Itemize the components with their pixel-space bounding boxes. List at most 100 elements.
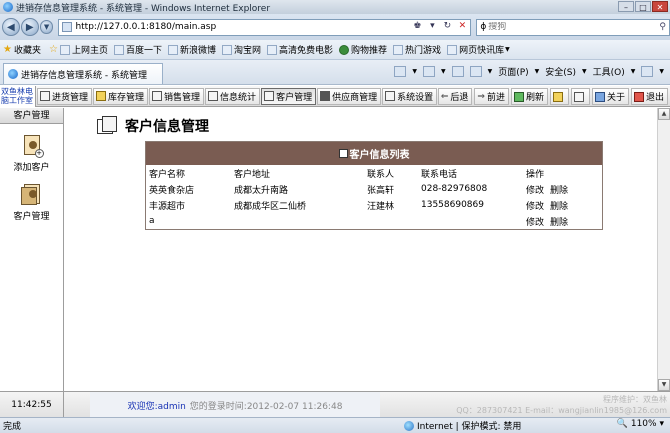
delete-link[interactable]: 删除	[550, 202, 568, 212]
forward-button[interactable]: ⇒ 前进	[474, 88, 509, 105]
ie-logo-icon	[3, 2, 13, 12]
favorites-button[interactable]: 收藏夹	[14, 43, 41, 56]
table-title: 客户信息列表	[349, 150, 410, 161]
page-icon	[222, 44, 232, 55]
support-info: 程序维护：双鱼林 QQ：287307421 E-mail：wangjianlin…	[456, 394, 667, 416]
delete-link[interactable]: 删除	[550, 218, 568, 228]
vertical-scrollbar[interactable]: ▲ ▼	[657, 108, 670, 391]
customer-table: 客户名称 客户地址 联系人 联系电话 操作 英英食杂店 成都太升南路 张高轩 0…	[146, 165, 602, 229]
maximize-button[interactable]: □	[635, 1, 651, 12]
mail-icon[interactable]	[451, 66, 464, 77]
sidebar-item-manage-customers[interactable]: 客户管理	[0, 183, 63, 222]
favorite-link[interactable]: 高清免费电影	[267, 43, 333, 56]
pages-icon	[97, 116, 119, 136]
toolbar-suppliers-button[interactable]: 供应商管理	[317, 87, 382, 105]
edit-link[interactable]: 修改	[526, 186, 544, 196]
tab-title[interactable]: 进销存信息管理系统 - 系统管理	[21, 68, 147, 81]
search-engine-icon[interactable]: ϕ	[480, 22, 486, 32]
status-text: 完成	[3, 422, 22, 432]
chevron-down-icon[interactable]: ▼	[412, 68, 417, 75]
zoom-control[interactable]: 🔍 110% ▾	[617, 419, 664, 429]
home-icon[interactable]	[394, 66, 407, 77]
toolbar-purchase-button[interactable]: 进货管理	[37, 87, 93, 105]
search-input[interactable]	[488, 22, 649, 32]
exit-button[interactable]: 退出	[630, 88, 668, 105]
add-customer-icon[interactable]: +	[20, 134, 44, 158]
chevron-down-icon[interactable]: ▼	[441, 68, 446, 75]
favorite-link[interactable]: 淘宝网	[222, 43, 261, 56]
customer-table-panel: 客户信息列表 客户名称 客户地址 联系人 联系电话 操作 英英食杂店 成都太升南…	[145, 141, 603, 230]
sidebar: 客户管理 + 添加客户 客户管理	[0, 108, 64, 391]
toolbar-inventory-button[interactable]: 库存管理	[93, 87, 149, 105]
chevron-down-icon[interactable]: ▼	[505, 46, 510, 53]
delete-link[interactable]: 删除	[550, 186, 568, 196]
zoom-icon[interactable]: 🔍	[617, 419, 628, 429]
url-field[interactable]: http://127.0.0.1:8180/main.asp ♚ ▾ ↻ ✕	[58, 18, 472, 36]
security-zone[interactable]: Internet | 保护模式: 禁用	[404, 419, 521, 432]
feeds-icon[interactable]	[422, 66, 435, 77]
chevron-down-icon[interactable]: ▼	[488, 68, 493, 75]
back-button[interactable]: ⇐ 后退	[437, 88, 473, 105]
stop-icon[interactable]: ✕	[456, 21, 468, 31]
add-favorite-icon[interactable]: ☆	[49, 44, 58, 55]
purchase-icon	[40, 91, 50, 101]
sidebar-item-add-customer[interactable]: + 添加客户	[0, 134, 63, 173]
sidebar-item-label[interactable]: 客户管理	[13, 209, 49, 222]
refresh-button[interactable]: 刷新	[510, 88, 548, 105]
scroll-up-icon[interactable]: ▲	[658, 108, 670, 120]
tab-bar: 进销存信息管理系统 - 系统管理 ▼ ▼ ▼ 页面(P) ▼ 安全(S) ▼ 工具(…	[0, 60, 670, 85]
calculator-button[interactable]	[570, 88, 590, 105]
compatibility-icon[interactable]: ♚	[411, 21, 423, 31]
favorites-star-icon[interactable]: ★	[3, 44, 12, 55]
customer-folder-icon[interactable]	[20, 183, 44, 207]
search-icon[interactable]: ⚲	[659, 22, 666, 32]
zone-text[interactable]: Internet | 保护模式: 禁用	[417, 419, 521, 432]
print-icon[interactable]	[469, 66, 482, 77]
history-dropdown-icon[interactable]: ▼	[39, 20, 54, 34]
toolbar-customers-button[interactable]: 客户管理	[261, 87, 317, 105]
toolbar-sales-button[interactable]: 销售管理	[149, 87, 205, 105]
favorite-link[interactable]: 上网主页	[59, 43, 108, 56]
url-text[interactable]: http://127.0.0.1:8180/main.asp	[75, 22, 216, 32]
browser-tab[interactable]: 进销存信息管理系统 - 系统管理	[3, 63, 163, 84]
favorite-link[interactable]: 热门游戏	[393, 43, 441, 56]
zoom-level[interactable]: 110%	[631, 419, 657, 429]
minimize-button[interactable]: –	[618, 1, 634, 12]
chevron-down-icon[interactable]: ▼	[535, 68, 540, 75]
favorite-link[interactable]: 网页快讯库 ▼	[447, 43, 510, 56]
page-icon	[62, 22, 73, 32]
chevron-down-icon[interactable]: ▾	[659, 419, 664, 429]
clock: 11:42:55	[0, 392, 64, 418]
safety-menu[interactable]: 安全(S)	[545, 65, 576, 78]
chevron-down-icon[interactable]: ▼	[659, 68, 664, 75]
url-dropdown-icon[interactable]: ▾	[426, 21, 438, 31]
page-menu[interactable]: 页面(P)	[498, 65, 528, 78]
about-button[interactable]: 关于	[591, 88, 629, 105]
refresh-page-icon[interactable]: ↻	[441, 21, 453, 31]
note-button[interactable]	[549, 88, 569, 105]
refresh-icon	[513, 91, 524, 102]
column-header: 联系人	[367, 169, 395, 180]
search-box[interactable]: ϕ ⚲	[476, 18, 670, 36]
support-line: 程序维护：双鱼林	[603, 395, 667, 404]
back-arrow-icon[interactable]: ◀	[2, 18, 20, 36]
chevron-down-icon[interactable]: ▼	[582, 68, 587, 75]
favorite-link[interactable]: 百度一下	[113, 43, 162, 56]
edit-link[interactable]: 修改	[526, 218, 544, 228]
close-window-button[interactable]: ✕	[652, 1, 668, 12]
forward-arrow-icon[interactable]: ▶	[20, 18, 39, 36]
chevron-down-icon[interactable]: ▼	[631, 68, 636, 75]
customer-contact: 汪建林	[367, 201, 395, 212]
supplier-icon	[320, 91, 331, 101]
help-icon[interactable]	[641, 66, 654, 77]
scroll-down-icon[interactable]: ▼	[658, 379, 670, 391]
sidebar-item-label[interactable]: 添加客户	[13, 160, 49, 173]
edit-link[interactable]: 修改	[526, 202, 544, 212]
tools-menu[interactable]: 工具(O)	[593, 65, 625, 78]
favorite-link[interactable]: 新浪微博	[167, 43, 216, 56]
toolbar-settings-button[interactable]: 系统设置	[382, 87, 438, 105]
toolbar-statistics-button[interactable]: 信息统计	[205, 87, 261, 105]
welcome-user: 欢迎您:admin	[127, 401, 186, 412]
customer-phone	[418, 213, 523, 229]
favorite-link[interactable]: 购物推荐	[339, 43, 387, 56]
